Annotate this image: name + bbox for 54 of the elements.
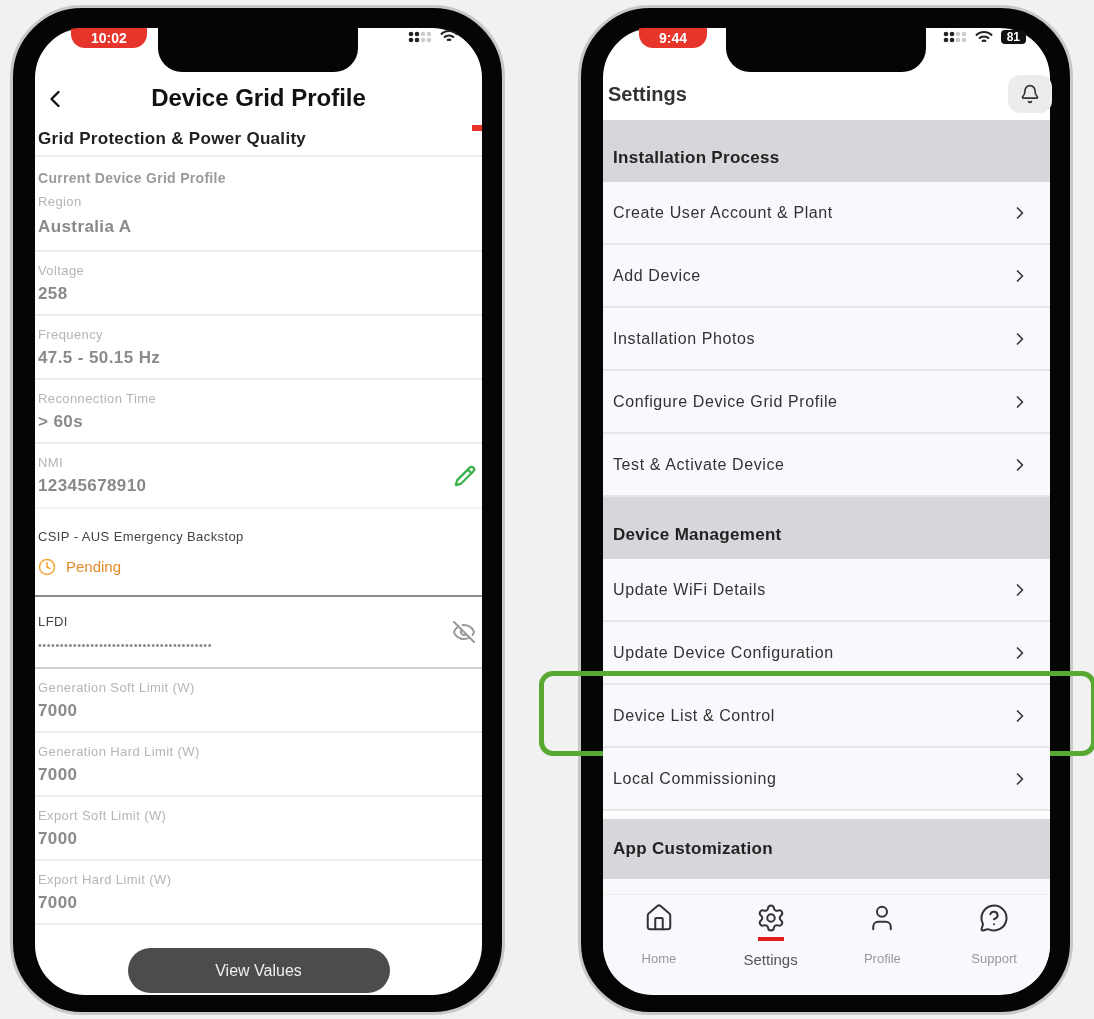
field-value: 47.5 - 50.15 Hz bbox=[38, 347, 161, 368]
field-label: CSIP - AUS Emergency Backstop bbox=[38, 528, 244, 544]
section-header: Device Management bbox=[603, 497, 1050, 559]
field-label: Export Hard Limit (W) bbox=[38, 871, 172, 887]
battery-level: 81 bbox=[1000, 30, 1026, 44]
section-header: Installation Process bbox=[603, 120, 1050, 182]
field-value: 258 bbox=[38, 283, 69, 304]
field-value: 7000 bbox=[38, 892, 79, 913]
field-label: Reconnection Time bbox=[38, 390, 157, 406]
field-value: 7000 bbox=[38, 828, 79, 849]
signal-icon bbox=[408, 30, 432, 43]
edit-button[interactable] bbox=[454, 464, 476, 487]
signal-icon bbox=[942, 31, 967, 43]
settings-item[interactable]: Configure Device Grid Profile bbox=[603, 371, 1050, 434]
page-title: Settings bbox=[608, 82, 687, 106]
view-values-button[interactable]: View Values bbox=[127, 948, 390, 993]
settings-item[interactable]: Installation Photos bbox=[603, 308, 1050, 371]
bell-icon bbox=[1020, 84, 1040, 104]
page-title: Device Grid Profile bbox=[151, 84, 366, 112]
field-label: Frequency bbox=[38, 326, 105, 342]
wifi-icon bbox=[440, 30, 458, 43]
status-text: Pending bbox=[66, 558, 122, 575]
settings-item[interactable]: Local Commissioning bbox=[603, 748, 1050, 811]
section-header: App Customization bbox=[603, 819, 1050, 879]
field-label: Voltage bbox=[38, 262, 85, 278]
settings-item[interactable]: Device List & Control bbox=[603, 685, 1050, 748]
group-title: Current Device Grid Profile bbox=[38, 170, 226, 186]
status-time: 10:02 bbox=[71, 28, 147, 48]
support-icon bbox=[979, 903, 1010, 933]
settings-item[interactable]: Add Device bbox=[603, 245, 1050, 308]
field-value: Australia A bbox=[38, 217, 133, 237]
clock-icon bbox=[38, 557, 56, 576]
field-label: LFDI bbox=[38, 613, 69, 629]
settings-item[interactable]: Update WiFi Details bbox=[603, 559, 1050, 622]
field-label: Generation Soft Limit (W) bbox=[38, 679, 195, 695]
masked-value: •••••••••••••••••••••••••••••••••••••••• bbox=[38, 638, 213, 651]
section-heading: Grid Protection & Power Quality bbox=[38, 129, 307, 149]
field-label: Export Soft Limit (W) bbox=[38, 807, 167, 823]
wifi-icon bbox=[974, 30, 993, 44]
settings-item[interactable]: Test & Activate Device bbox=[603, 434, 1050, 497]
field-label: Region bbox=[38, 194, 83, 209]
field-label: Generation Hard Limit (W) bbox=[38, 743, 200, 759]
field-label: NMI bbox=[38, 455, 65, 470]
status-time: 9:44 bbox=[639, 28, 708, 48]
field-value: > 60s bbox=[38, 411, 84, 432]
settings-item[interactable]: Update Device Configuration bbox=[603, 622, 1050, 685]
notifications-button[interactable] bbox=[1008, 75, 1052, 113]
field-value: 12345678910 bbox=[38, 476, 147, 496]
field-value: 7000 bbox=[38, 700, 79, 721]
field-value: 7000 bbox=[38, 764, 79, 785]
eye-off-button[interactable] bbox=[452, 620, 476, 644]
nav-tab[interactable]: Settings bbox=[725, 903, 816, 968]
scroll-indicator bbox=[472, 125, 482, 131]
settings-item[interactable]: Create User Account & Plant bbox=[603, 182, 1050, 245]
